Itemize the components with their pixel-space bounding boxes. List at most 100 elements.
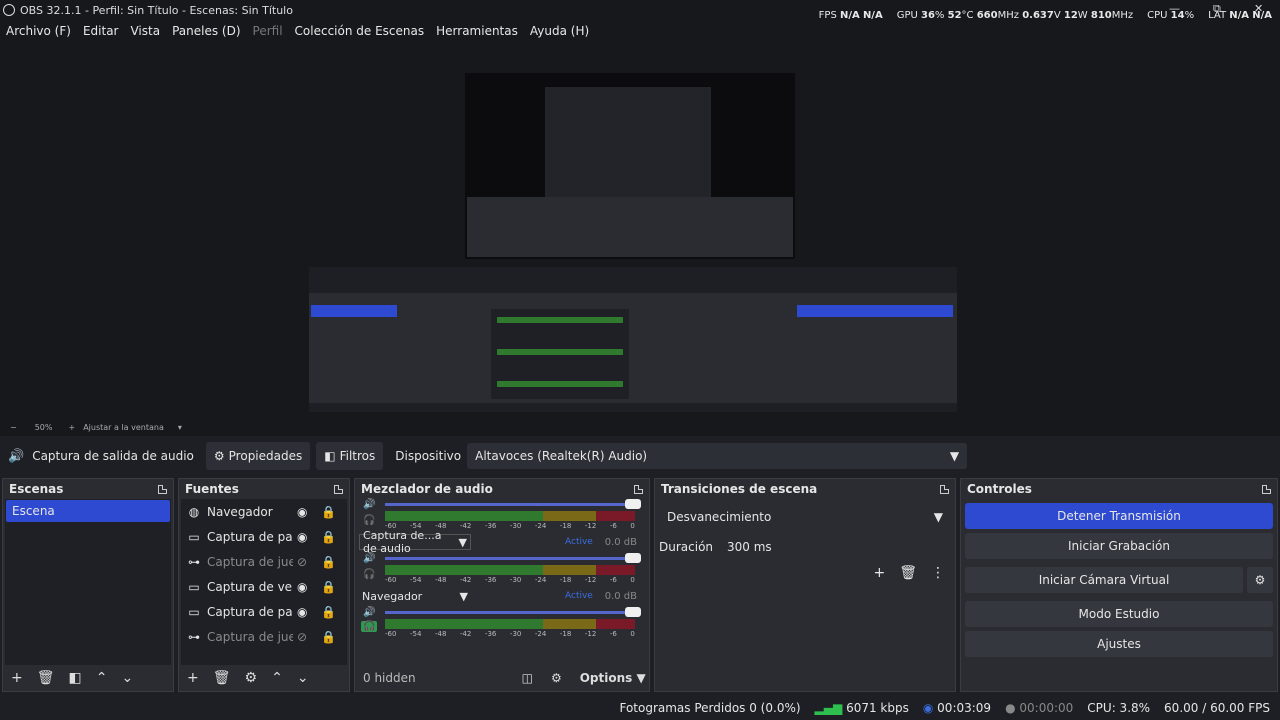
source-item[interactable]: ⊶ Captura de juego ⊘ 🔒 (181, 549, 347, 574)
gear-icon: ⚙ (1254, 573, 1266, 587)
move-down-button[interactable]: ⌄ (297, 670, 309, 686)
speaker-icon[interactable]: 🔊 (363, 553, 375, 564)
undock-icon[interactable] (334, 484, 343, 494)
undock-icon[interactable] (1262, 484, 1271, 494)
add-source-button[interactable]: + (187, 670, 199, 686)
eye-icon[interactable]: ◉ (297, 605, 307, 619)
filters-button[interactable]: ◧ Filtros (316, 442, 384, 470)
source-item[interactable]: ▭ Captura de ventana ◉ 🔒 (181, 574, 347, 599)
record-icon: ● (1005, 701, 1016, 715)
preview-area[interactable] (0, 42, 1280, 418)
scenes-title: Escenas (9, 482, 64, 496)
obs-logo-icon (3, 4, 15, 16)
menu-paneles[interactable]: Paneles (D) (166, 24, 246, 38)
source-name: Navegador (207, 504, 273, 519)
undock-icon[interactable] (158, 484, 167, 494)
menu-editar[interactable]: Editar (77, 24, 125, 38)
source-properties-button[interactable]: ⚙ (245, 670, 258, 686)
add-scene-button[interactable]: + (11, 670, 23, 686)
menu-perfil[interactable]: Perfil (247, 24, 289, 38)
audio-source-select[interactable]: Navegador ▼ (359, 588, 471, 604)
cpu-readout: CPU 14% (1147, 10, 1195, 21)
lock-icon[interactable]: 🔒 (321, 505, 336, 519)
zoom-in-button[interactable]: + (68, 423, 75, 432)
options-button[interactable]: Options ▼ (580, 671, 646, 685)
headphone-icon[interactable]: 🎧 (361, 621, 378, 632)
device-select[interactable]: Altavoces (Realtek(R) Audio) ▼ (467, 443, 968, 469)
volume-slider-handle[interactable] (625, 499, 641, 509)
headphone-icon[interactable]: 🎧 (363, 515, 375, 526)
volume-slider-handle[interactable] (625, 607, 641, 617)
menu-ayuda[interactable]: Ayuda (H) (524, 24, 595, 38)
eye-icon[interactable]: ◉ (297, 580, 307, 594)
device-label: Dispositivo (395, 449, 462, 463)
mixer-body: 🔊 🎧 -60 -54 -48 -42 -36 -30 -24 -18 -12 -6 0 Captu… (357, 499, 647, 665)
duration-row: Duración 300 ms (659, 535, 951, 559)
move-down-button[interactable]: ⌄ (121, 670, 133, 686)
duration-spinbox[interactable]: 300 ms (719, 535, 951, 559)
add-transition-button[interactable]: + (873, 565, 885, 581)
chevron-down-icon[interactable]: ▾ (178, 423, 182, 432)
source-name: Captura de pantalla (207, 604, 293, 619)
lock-icon[interactable]: 🔒 (321, 555, 336, 569)
menu-archivo[interactable]: Archivo (F) (0, 24, 77, 38)
duration-label: Duración (659, 540, 714, 554)
context-bar: 🔊 Captura de salida de audio ⚙ Propiedad… (0, 438, 1280, 474)
remove-scene-button[interactable]: 🗑 (37, 670, 55, 686)
settings-button[interactable]: Ajustes (965, 631, 1273, 657)
zoom-out-button[interactable]: − (10, 423, 17, 432)
start-virtual-camera-button[interactable]: Iniciar Cámara Virtual (965, 567, 1243, 593)
menu-herramientas[interactable]: Herramientas (430, 24, 524, 38)
source-item[interactable]: ◍ Navegador ◉ 🔒 (181, 499, 347, 524)
lock-icon[interactable]: 🔒 (321, 580, 336, 594)
properties-button[interactable]: ⚙ Propiedades (205, 442, 311, 470)
lock-icon[interactable]: 🔒 (321, 630, 336, 644)
menu-vista[interactable]: Vista (124, 24, 166, 38)
source-item[interactable]: ▭ Captura de pantalla ◉ 🔒 (181, 524, 347, 549)
level-meter (385, 619, 635, 629)
audio-source-select[interactable]: Captura de...a de audio ▼ (359, 529, 471, 555)
source-name: Captura de juego (207, 629, 293, 644)
virtual-camera-settings-button[interactable]: ⚙ (1247, 567, 1273, 593)
lock-icon[interactable]: 🔒 (321, 530, 336, 544)
undock-icon[interactable] (634, 484, 643, 494)
device-value: Altavoces (Realtek(R) Audio) (475, 449, 648, 463)
source-name: Captura de pantalla (207, 529, 293, 544)
status-badge: Active (565, 591, 593, 601)
speaker-icon[interactable]: 🔊 (363, 499, 375, 510)
move-up-button[interactable]: ⌃ (271, 670, 283, 686)
remove-transition-button[interactable]: 🗑 (899, 565, 917, 581)
volume-slider[interactable] (385, 557, 633, 560)
more-options-icon[interactable]: ⋮ (931, 565, 945, 581)
performance-overlay: FPS N/A N/A GPU 36% 52°C 660MHz 0.637V 1… (819, 10, 1272, 21)
eye-icon[interactable]: ◉ (297, 505, 307, 519)
volume-slider[interactable] (385, 503, 633, 506)
volume-slider[interactable] (385, 611, 633, 614)
eye-hidden-icon[interactable]: ⊘ (297, 555, 307, 569)
speaker-icon[interactable]: 🔊 (363, 607, 375, 618)
cpu-usage: CPU: 3.8% (1087, 701, 1151, 715)
undock-icon[interactable] (940, 484, 949, 494)
volume-slider-handle[interactable] (625, 553, 641, 563)
advanced-audio-icon[interactable]: ⚙ (551, 671, 562, 685)
transition-select[interactable]: Desvanecimiento ▼ (659, 505, 951, 529)
menu-coleccion-escenas[interactable]: Colección de Escenas (289, 24, 431, 38)
preview-canvas[interactable] (309, 47, 957, 412)
studio-mode-button[interactable]: Modo Estudio (965, 601, 1273, 627)
stop-streaming-button[interactable]: Detener Transmisión (965, 503, 1273, 529)
eye-icon[interactable]: ◉ (297, 530, 307, 544)
move-up-button[interactable]: ⌃ (96, 670, 108, 686)
fit-window-select[interactable]: Ajustar a la ventana (83, 423, 164, 432)
source-item[interactable]: ▭ Captura de pantalla ◉ 🔒 (181, 599, 347, 624)
gamepad-icon: ⊶ (188, 554, 200, 569)
scene-filters-button[interactable]: ◧ (69, 670, 82, 686)
remove-source-button[interactable]: 🗑 (213, 670, 231, 686)
headphone-icon[interactable]: 🎧 (363, 569, 375, 580)
start-recording-button[interactable]: Iniciar Grabación (965, 533, 1273, 559)
source-item[interactable]: ⊶ Captura de juego ⊘ 🔒 (181, 624, 347, 649)
eye-hidden-icon[interactable]: ⊘ (297, 630, 307, 644)
lock-icon[interactable]: 🔒 (321, 605, 336, 619)
layout-toggle-icon[interactable]: ◫ (522, 671, 533, 685)
virtual-cam-row: Iniciar Cámara Virtual ⚙ (961, 563, 1277, 597)
scene-item[interactable]: Escena (6, 500, 170, 522)
